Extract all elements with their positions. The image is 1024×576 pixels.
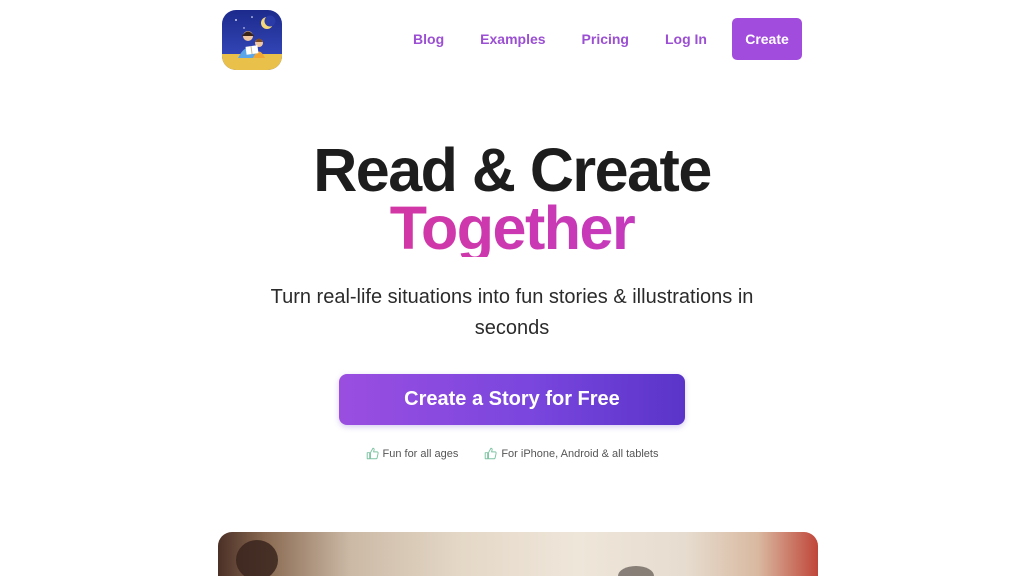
nav-pricing-link[interactable]: Pricing bbox=[582, 31, 629, 47]
badge-devices-label: For iPhone, Android & all tablets bbox=[501, 447, 659, 460]
hero-title-line2: Together bbox=[0, 198, 1024, 259]
nav-examples-link[interactable]: Examples bbox=[480, 31, 545, 47]
hero-image-shape bbox=[236, 540, 278, 576]
feature-badges: Fun for all ages For iPhone, Android & a… bbox=[0, 447, 1024, 460]
badge-all-ages-label: Fun for all ages bbox=[382, 447, 459, 460]
nav-create-button[interactable]: Create bbox=[732, 18, 802, 60]
hero-subtitle: Turn real-life situations into fun stori… bbox=[270, 286, 754, 339]
create-story-button[interactable]: Create a Story for Free bbox=[339, 374, 685, 425]
hero-image bbox=[218, 532, 818, 576]
hero-image-shape bbox=[618, 566, 654, 576]
nav-blog-link[interactable]: Blog bbox=[413, 31, 444, 47]
app-logo[interactable] bbox=[222, 10, 282, 70]
badge-all-ages: Fun for all ages bbox=[366, 447, 459, 460]
thumbs-up-icon bbox=[484, 447, 497, 460]
badge-devices: For iPhone, Android & all tablets bbox=[484, 447, 658, 460]
thumbs-up-icon bbox=[366, 447, 379, 460]
hero-title: Read & Create Together bbox=[0, 136, 1024, 259]
top-nav: Blog Examples Pricing Log In Create bbox=[413, 18, 802, 60]
hero-title-line1: Read & Create bbox=[313, 136, 712, 204]
parent-reading-to-child-icon bbox=[222, 10, 282, 70]
landing-page: Blog Examples Pricing Log In Create Read… bbox=[0, 0, 1024, 576]
nav-login-link[interactable]: Log In bbox=[665, 31, 707, 47]
